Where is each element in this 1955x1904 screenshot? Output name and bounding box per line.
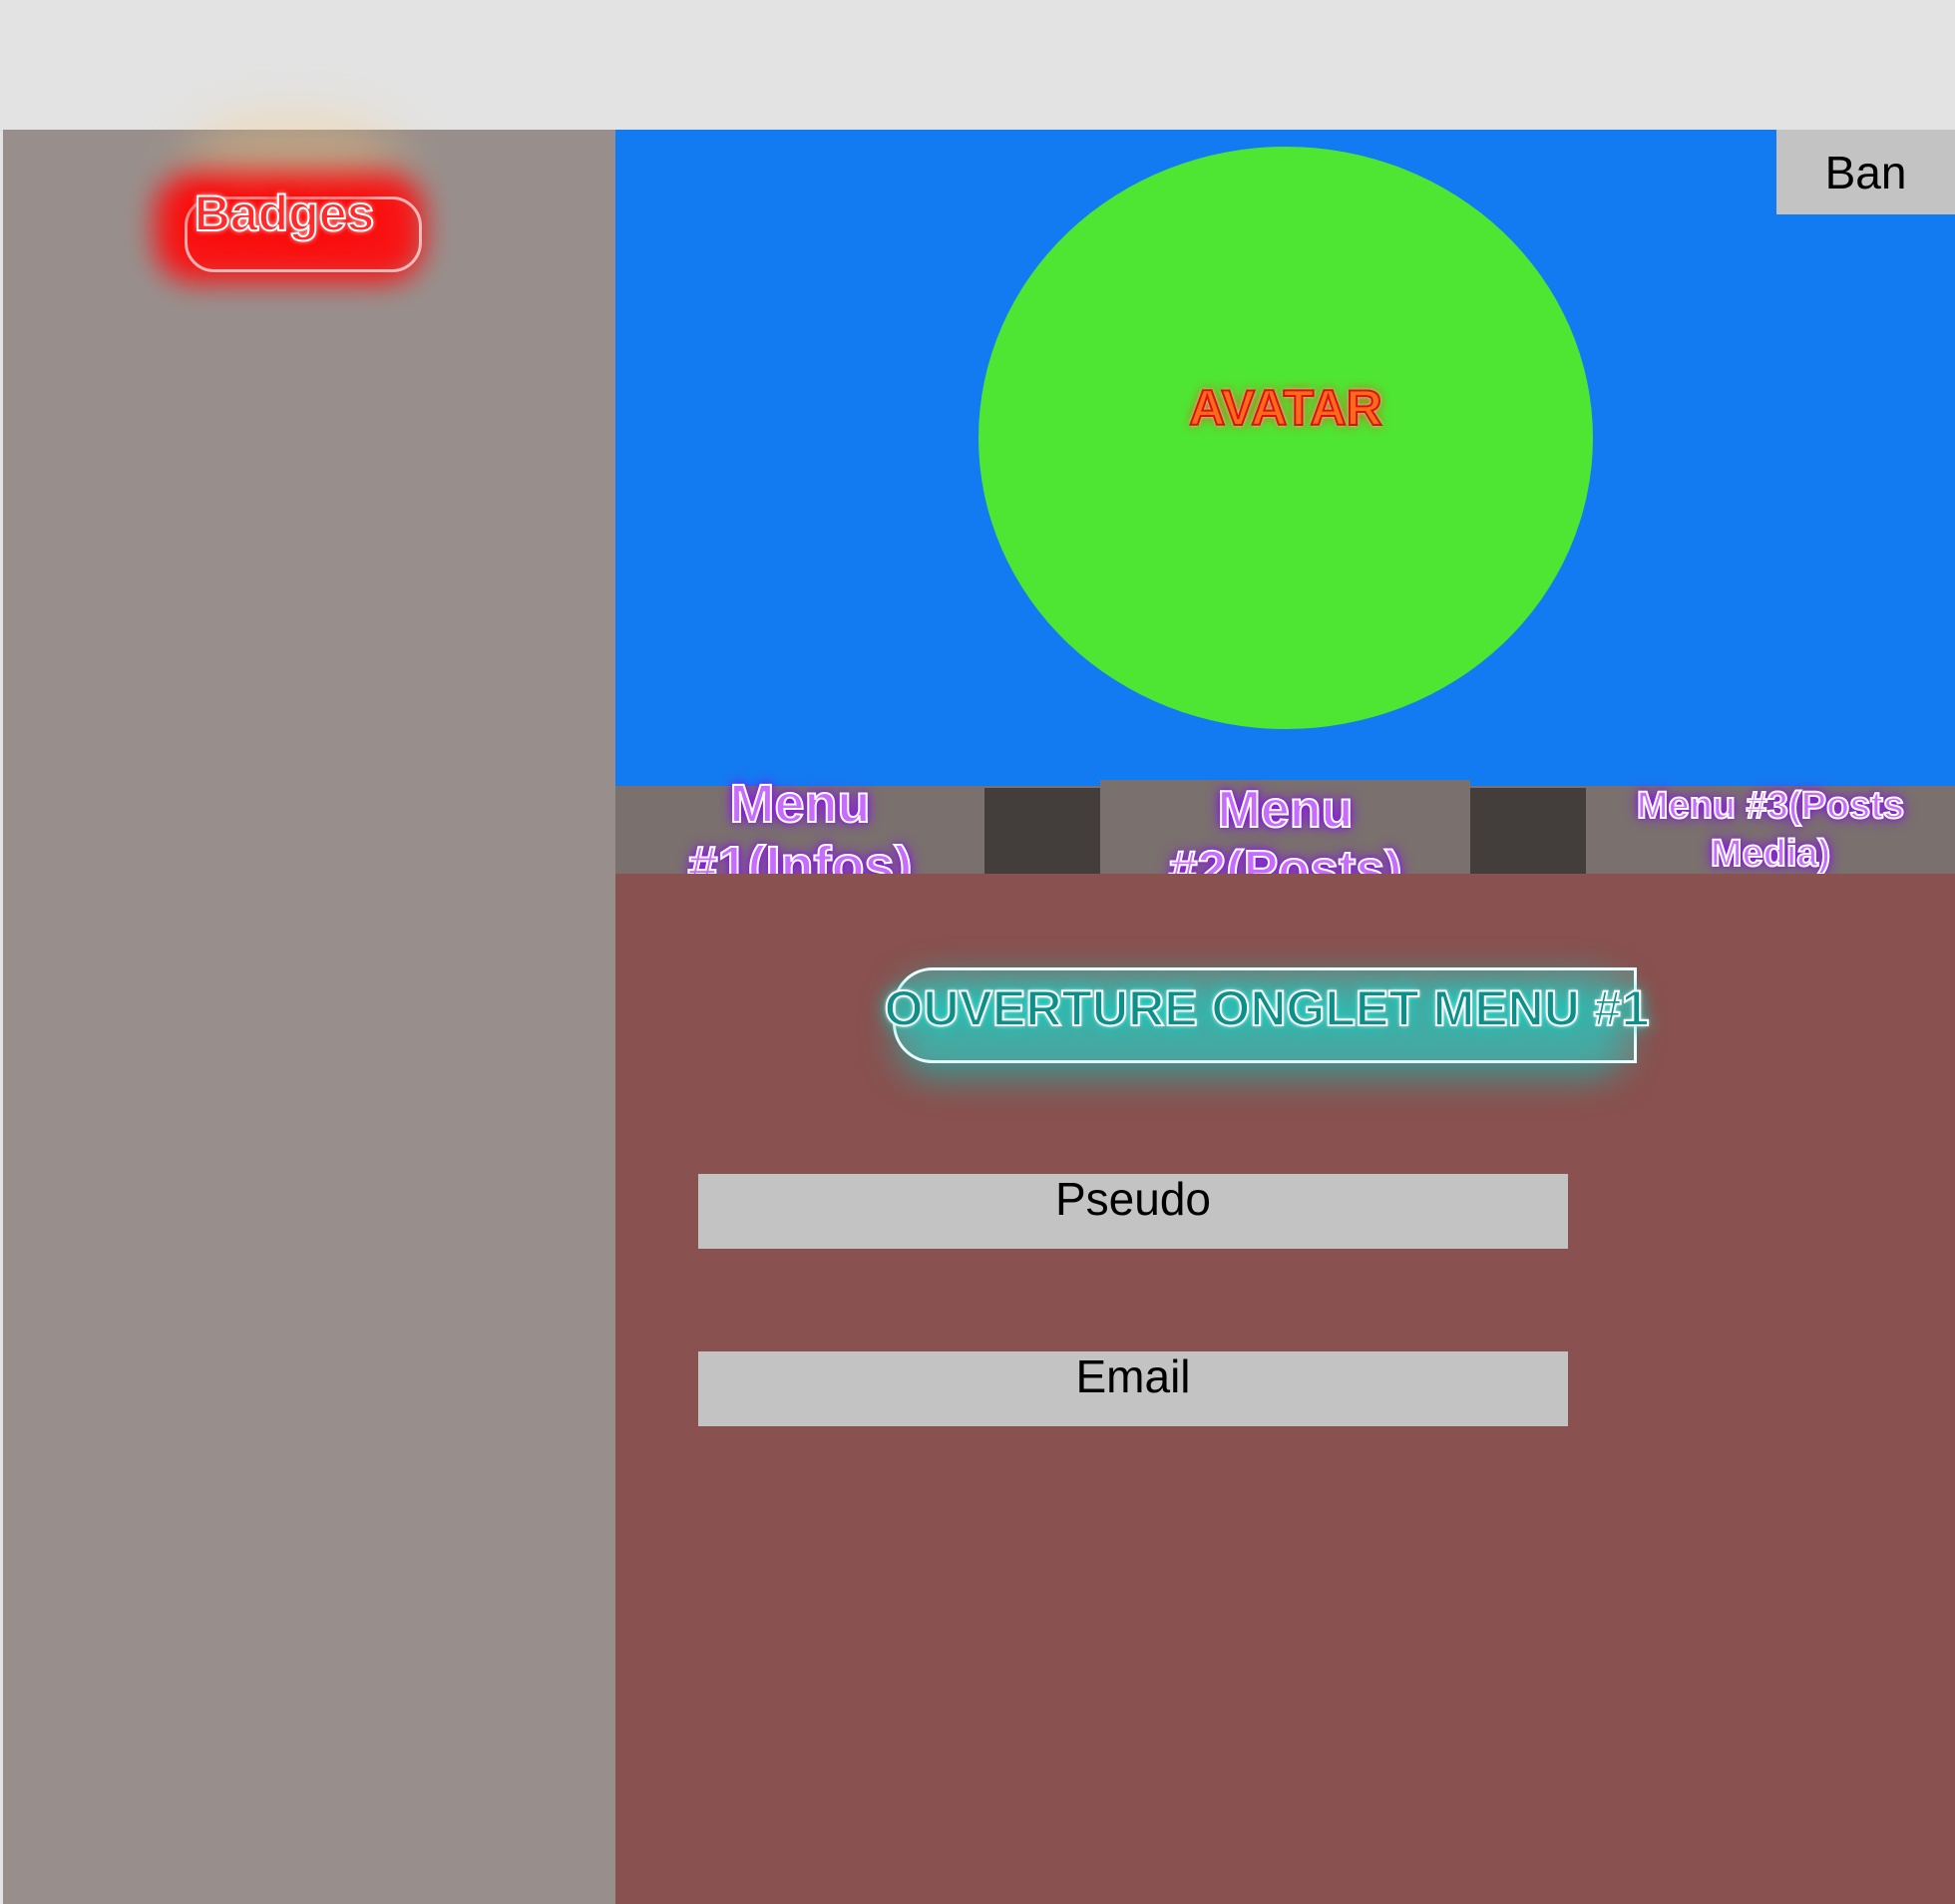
tab-menu-infos[interactable]: Menu #1(Infos) — [615, 773, 984, 897]
menu-separator — [1470, 788, 1586, 874]
ban-button[interactable]: Ban — [1776, 130, 1955, 214]
badges-button[interactable]: Badges — [145, 115, 429, 294]
email-label: Email — [1075, 1350, 1191, 1402]
avatar-label: AVATAR — [1188, 379, 1382, 437]
avatar[interactable] — [978, 147, 1593, 729]
pseudo-label: Pseudo — [1054, 1173, 1211, 1225]
pseudo-field[interactable]: Pseudo — [698, 1173, 1568, 1249]
tab-title: OUVERTURE ONGLET MENU #1 — [878, 908, 1650, 1127]
badges-label: Badges — [194, 185, 376, 242]
menu-separator — [984, 788, 1100, 874]
email-field[interactable]: Email — [698, 1350, 1568, 1426]
tab-menu-posts-media[interactable]: Menu #3(Posts Media) — [1586, 784, 1955, 876]
sidebar — [3, 130, 615, 1904]
tab-menu-posts[interactable]: Menu #2(Posts) — [1100, 780, 1470, 900]
top-bar — [0, 0, 1955, 130]
tab-title-label: OUVERTURE ONGLET MENU #1 — [884, 979, 1651, 1037]
